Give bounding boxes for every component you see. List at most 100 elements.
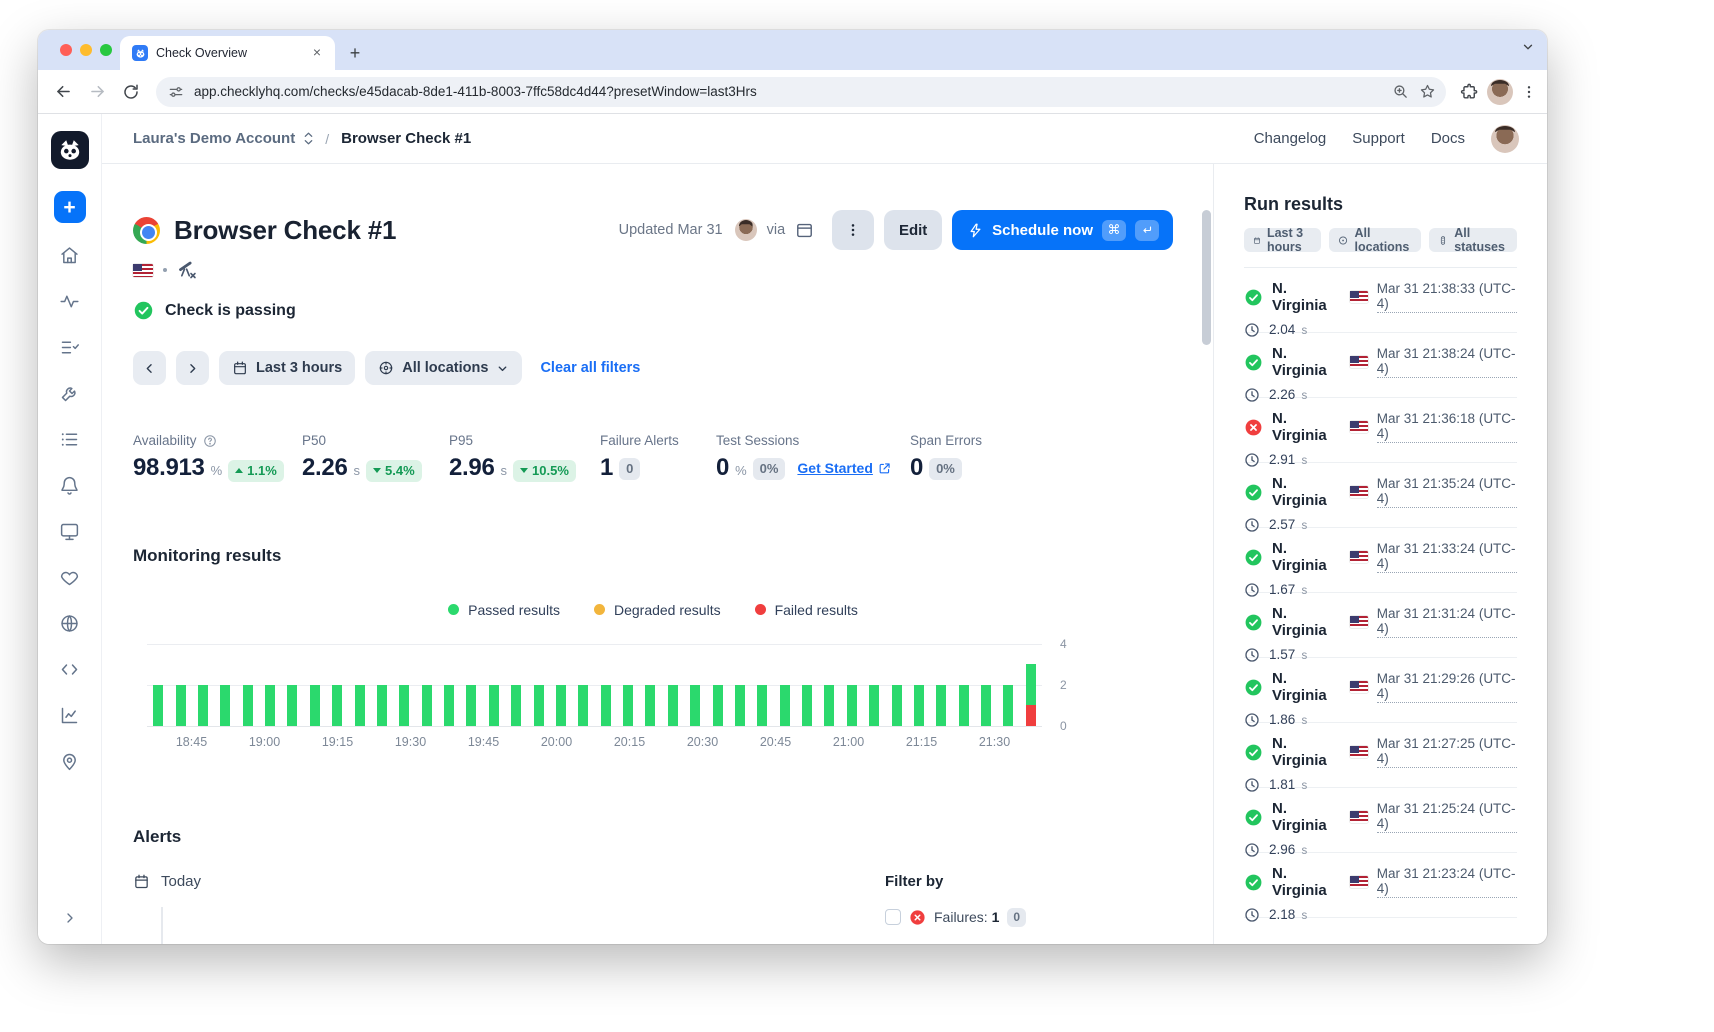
run-result-row[interactable]: N. Virginia Mar 31 21:36:18 (UTC-4) 2.91… [1244, 398, 1517, 463]
more-actions-button[interactable] [832, 210, 874, 250]
passed-bar[interactable] [735, 685, 745, 726]
sidebar-locations-icon[interactable] [59, 751, 80, 772]
minimize-window-button[interactable] [80, 44, 92, 56]
run-result-row[interactable]: N. Virginia Mar 31 21:33:24 (UTC-4) 1.67… [1244, 528, 1517, 593]
run-timestamp-link[interactable]: Mar 31 21:31:24 (UTC-4) [1377, 606, 1517, 638]
bookmark-star-icon[interactable] [1419, 83, 1436, 100]
passed-bar[interactable] [824, 685, 834, 726]
monitoring-chart[interactable]: 024 18:4519:0019:1519:3019:4520:0020:152… [147, 644, 1087, 755]
get-started-link[interactable]: Get Started [797, 460, 890, 476]
reload-button[interactable] [116, 77, 146, 107]
passed-bar[interactable] [892, 685, 902, 726]
run-timestamp-link[interactable]: Mar 31 21:38:33 (UTC-4) [1377, 281, 1517, 313]
run-result-row[interactable]: N. Virginia Mar 31 21:31:24 (UTC-4) 1.57… [1244, 593, 1517, 658]
create-new-button[interactable]: + [54, 191, 86, 223]
run-timestamp-link[interactable]: Mar 31 21:23:24 (UTC-4) [1377, 866, 1517, 898]
passed-bar[interactable] [981, 685, 991, 726]
maximize-window-button[interactable] [100, 44, 112, 56]
locations-filter[interactable]: All locations [365, 351, 522, 385]
passed-bar[interactable] [802, 685, 812, 726]
edit-button[interactable]: Edit [884, 210, 942, 250]
passed-bar[interactable] [511, 685, 521, 726]
tab-close-icon[interactable]: × [309, 45, 325, 61]
passed-bar[interactable] [287, 685, 297, 726]
passed-bar[interactable] [578, 685, 588, 726]
passed-bar[interactable] [645, 685, 655, 726]
run-timestamp-link[interactable]: Mar 31 21:36:18 (UTC-4) [1377, 411, 1517, 443]
nav-support-link[interactable]: Support [1352, 130, 1405, 147]
passed-bar[interactable] [1003, 685, 1013, 726]
sidebar-groups-icon[interactable] [59, 429, 80, 450]
passed-bar[interactable] [220, 685, 230, 726]
passed-bar[interactable] [534, 685, 544, 726]
passed-bar[interactable] [399, 685, 409, 726]
failures-checkbox[interactable] [885, 909, 901, 925]
passed-bar[interactable] [466, 685, 476, 726]
account-selector[interactable]: Laura's Demo Account [133, 130, 295, 147]
sidebar-heartbeats-icon[interactable] [59, 567, 80, 588]
checkly-logo[interactable] [51, 131, 89, 169]
browser-profile-avatar[interactable] [1487, 79, 1513, 105]
passed-bar[interactable] [914, 685, 924, 726]
sidebar-activity-icon[interactable] [59, 291, 80, 312]
extensions-icon[interactable] [1460, 82, 1479, 101]
run-result-row[interactable]: N. Virginia Mar 31 21:27:25 (UTC-4) 1.81… [1244, 723, 1517, 788]
nav-docs-link[interactable]: Docs [1431, 130, 1465, 147]
passed-bar[interactable] [713, 685, 723, 726]
passed-bar[interactable] [422, 685, 432, 726]
sidebar-private-locations-icon[interactable] [59, 613, 80, 634]
passed-bar[interactable] [601, 685, 611, 726]
passed-bar[interactable] [265, 685, 275, 726]
account-switch-icon[interactable] [302, 131, 315, 146]
browser-tab[interactable]: Check Overview × [120, 36, 335, 70]
run-timestamp-link[interactable]: Mar 31 21:29:26 (UTC-4) [1377, 671, 1517, 703]
passed-bar[interactable] [623, 685, 633, 726]
run-timestamp-link[interactable]: Mar 31 21:27:25 (UTC-4) [1377, 736, 1517, 768]
passed-bar[interactable] [936, 685, 946, 726]
nav-changelog-link[interactable]: Changelog [1254, 130, 1327, 147]
info-icon[interactable] [203, 434, 217, 448]
tab-search-chevron-icon[interactable] [1521, 40, 1535, 54]
run-result-row[interactable]: N. Virginia Mar 31 21:35:24 (UTC-4) 2.57… [1244, 463, 1517, 528]
passed-bar[interactable] [355, 685, 365, 726]
run-result-row[interactable]: N. Virginia Mar 31 21:38:24 (UTC-4) 2.26… [1244, 333, 1517, 398]
passed-bar[interactable] [310, 685, 320, 726]
passed-bar[interactable] [198, 685, 208, 726]
run-timestamp-link[interactable]: Mar 31 21:38:24 (UTC-4) [1377, 346, 1517, 378]
sidebar-dashboards-icon[interactable] [59, 521, 80, 542]
passed-bar[interactable] [757, 685, 767, 726]
run-timestamp-link[interactable]: Mar 31 21:25:24 (UTC-4) [1377, 801, 1517, 833]
back-button[interactable] [48, 77, 78, 107]
sidebar-checks-icon[interactable] [59, 337, 80, 358]
run-timestamp-link[interactable]: Mar 31 21:33:24 (UTC-4) [1377, 541, 1517, 573]
passed-bar[interactable] [153, 685, 163, 726]
browser-menu-icon[interactable] [1521, 84, 1537, 100]
passed-bar[interactable] [869, 685, 879, 726]
passed-bar[interactable] [668, 685, 678, 726]
passed-bar[interactable] [243, 685, 253, 726]
close-window-button[interactable] [60, 44, 72, 56]
time-range-filter[interactable]: Last 3 hours [219, 351, 355, 385]
scrollbar-thumb[interactable] [1202, 210, 1211, 345]
sidebar-analytics-icon[interactable] [59, 705, 80, 726]
passed-bar[interactable] [377, 685, 387, 726]
site-settings-icon[interactable] [168, 84, 184, 100]
passed-bar[interactable] [1026, 664, 1036, 705]
passed-bar[interactable] [847, 685, 857, 726]
passed-bar[interactable] [959, 685, 969, 726]
sidebar-home-icon[interactable] [59, 245, 80, 266]
forward-button[interactable] [82, 77, 112, 107]
failed-bar[interactable] [1026, 705, 1036, 726]
run-result-row[interactable]: N. Virginia Mar 31 21:38:33 (UTC-4) 2.04… [1244, 268, 1517, 333]
run-result-row[interactable]: N. Virginia Mar 31 21:25:24 (UTC-4) 2.96… [1244, 788, 1517, 853]
sidebar-alerts-bell-icon[interactable] [59, 475, 80, 496]
window-controls[interactable] [60, 44, 112, 56]
sidebar-expand-chevron[interactable] [62, 910, 78, 926]
run-timestamp-link[interactable]: Mar 31 21:35:24 (UTC-4) [1377, 476, 1517, 508]
passed-bar[interactable] [489, 685, 499, 726]
passed-bar[interactable] [690, 685, 700, 726]
user-avatar[interactable] [1491, 125, 1519, 153]
passed-bar[interactable] [780, 685, 790, 726]
zoom-icon[interactable] [1392, 83, 1409, 100]
schedule-now-button[interactable]: Schedule now ⌘ [952, 210, 1173, 250]
